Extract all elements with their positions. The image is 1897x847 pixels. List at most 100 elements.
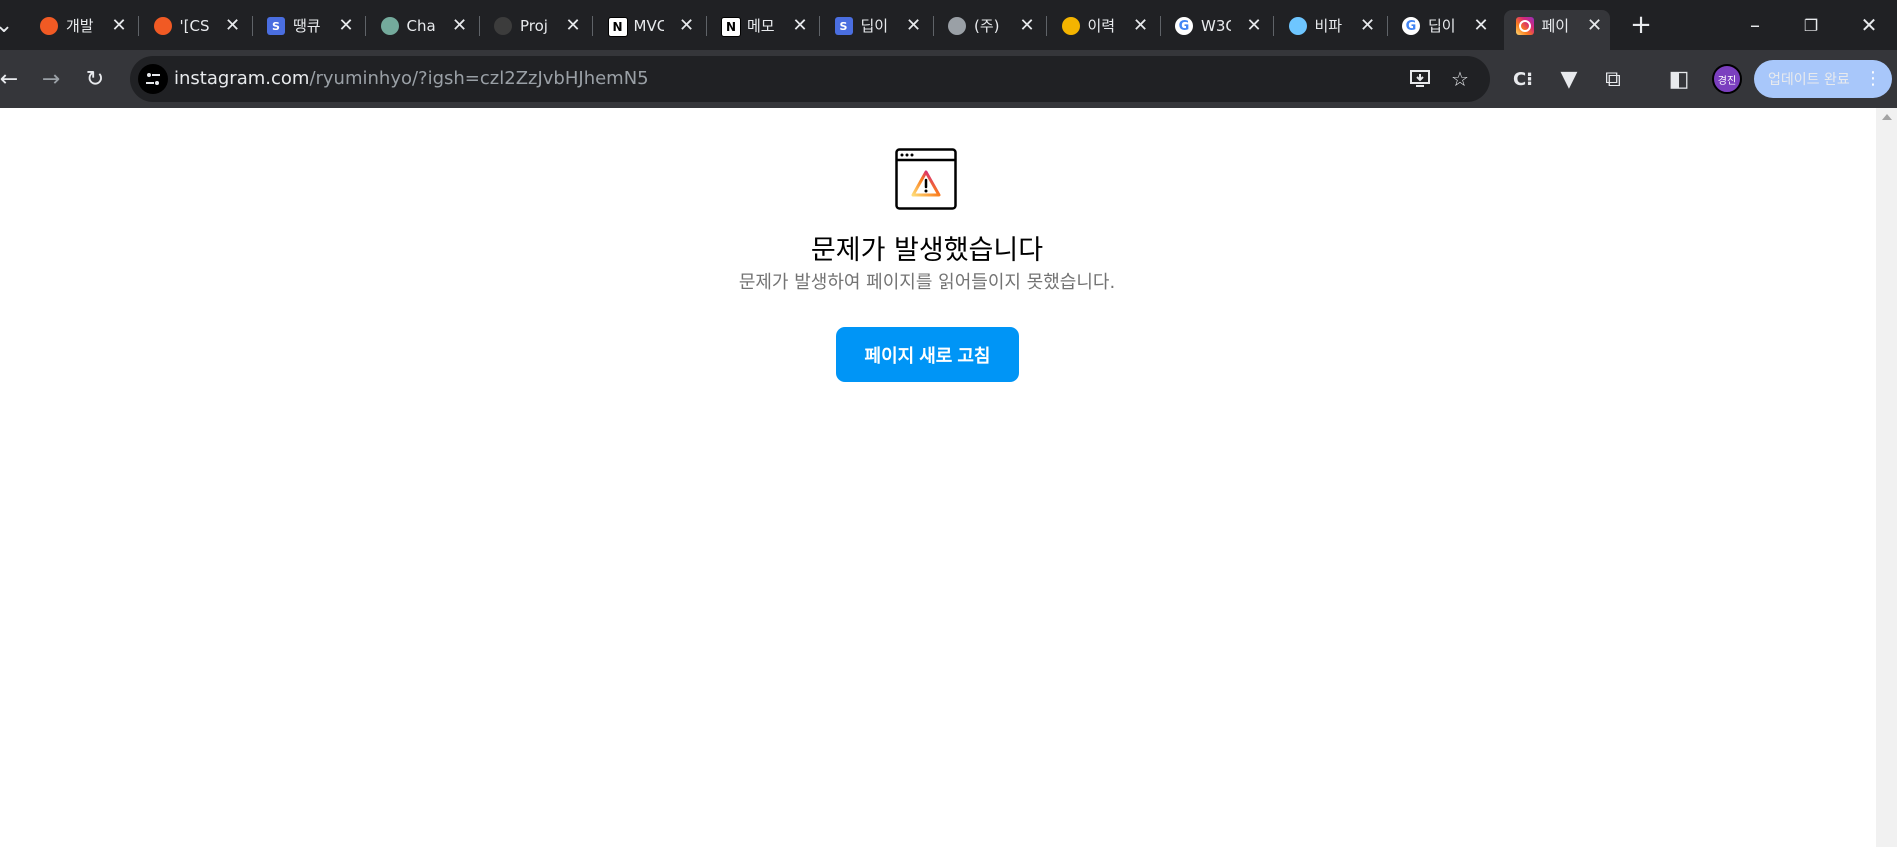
tab[interactable]: Proj ✕ bbox=[482, 10, 594, 42]
house-icon bbox=[1288, 17, 1307, 35]
url-text: instagram.com/ryuminhyo/?igsh=czl2ZzJvbH… bbox=[174, 68, 649, 90]
forward-button[interactable]: → bbox=[36, 64, 66, 94]
tab-label: Cha bbox=[406, 17, 436, 35]
url-path: /ryuminhyo/?igsh=czl2ZzJvbHJhemN5 bbox=[309, 68, 649, 89]
tab-separator bbox=[478, 16, 480, 36]
tab-label: 페이 bbox=[1541, 17, 1570, 35]
tab-separator bbox=[1159, 16, 1161, 36]
tab[interactable]: G W3C ✕ bbox=[1163, 10, 1275, 42]
extensions-puzzle-icon[interactable]: ⧉ bbox=[1598, 64, 1628, 94]
side-panel-icon[interactable]: ◧ bbox=[1664, 64, 1694, 94]
tab-label: 땡큐 bbox=[293, 17, 321, 35]
back-button[interactable]: ← bbox=[0, 64, 24, 94]
tab-separator bbox=[705, 16, 707, 36]
broken-page-icon bbox=[895, 148, 957, 210]
error-title: 문제가 발생했습니다 bbox=[810, 235, 1044, 266]
tab-label: 이력 bbox=[1087, 17, 1116, 35]
update-button-label: 업데이트 완료 bbox=[1768, 72, 1850, 88]
tab-close-icon[interactable]: ✕ bbox=[560, 12, 586, 38]
tab[interactable]: N MVC ✕ bbox=[596, 10, 708, 42]
error-description: 문제가 발생하여 페이지를 읽어들이지 못했습니다. bbox=[738, 272, 1116, 293]
extension-c-icon[interactable]: C⁝ bbox=[1508, 64, 1538, 94]
bookmark-star-icon[interactable]: ☆ bbox=[1446, 65, 1474, 93]
google-icon: G bbox=[1175, 17, 1193, 35]
tab-close-icon[interactable]: ✕ bbox=[1468, 12, 1494, 38]
tab-close-icon[interactable]: ✕ bbox=[787, 12, 813, 38]
browser-toolbar: ← → ↻ instagram.com/ryuminhyo/?igsh=czl2… bbox=[0, 50, 1897, 108]
extension-v-icon[interactable]: ▼ bbox=[1554, 64, 1584, 94]
tab-label: 딥이 bbox=[1428, 17, 1456, 35]
tistory-icon bbox=[40, 17, 58, 35]
tab-label: Proj bbox=[520, 17, 548, 35]
google-icon: G bbox=[1402, 17, 1420, 35]
tab-label: '[CS bbox=[179, 17, 210, 35]
tab-label: 개발 bbox=[66, 17, 94, 35]
tab[interactable]: N 메모 ✕ bbox=[709, 10, 821, 42]
tab-close-icon[interactable]: ✕ bbox=[1128, 12, 1154, 38]
tab-separator bbox=[1386, 16, 1388, 36]
github-icon bbox=[494, 17, 512, 35]
tab-label: MVC bbox=[633, 17, 664, 35]
tab-label: 딥이 bbox=[860, 17, 889, 35]
tistory-icon bbox=[153, 17, 172, 35]
tab-separator bbox=[251, 16, 253, 36]
tab[interactable]: (주) ✕ bbox=[936, 10, 1048, 42]
reload-button[interactable]: ↻ bbox=[80, 64, 110, 94]
tab-separator bbox=[932, 16, 934, 36]
tab[interactable]: S 땡큐 ✕ bbox=[255, 10, 367, 42]
minimize-button[interactable]: – bbox=[1740, 10, 1770, 40]
tab-separator bbox=[1273, 16, 1274, 36]
address-bar[interactable]: instagram.com/ryuminhyo/?igsh=czl2ZzJvbH… bbox=[130, 56, 1490, 102]
globe-icon bbox=[948, 17, 966, 35]
site-info-icon[interactable] bbox=[138, 64, 168, 94]
tab-separator bbox=[365, 16, 366, 36]
tab-close-icon[interactable]: ✕ bbox=[901, 12, 927, 38]
tab[interactable]: 개발 ✕ bbox=[28, 10, 140, 42]
instagram-icon bbox=[1515, 17, 1534, 35]
tab-close-icon[interactable]: ✕ bbox=[447, 12, 473, 38]
close-window-button[interactable]: ✕ bbox=[1854, 10, 1884, 40]
tab[interactable]: 이력 ✕ bbox=[1050, 10, 1162, 42]
tab[interactable]: Cha ✕ bbox=[369, 10, 481, 42]
tab-separator bbox=[819, 16, 820, 36]
tab[interactable]: G 딥이 ✕ bbox=[1390, 10, 1502, 42]
notion-icon: N bbox=[607, 17, 628, 37]
tab-label: 메모 bbox=[747, 17, 775, 35]
install-app-icon[interactable] bbox=[1406, 65, 1434, 93]
s-icon: S bbox=[267, 17, 285, 35]
tab-close-icon[interactable]: ✕ bbox=[333, 12, 359, 38]
scroll-up-arrow-icon[interactable] bbox=[1882, 114, 1892, 120]
tab-close-icon[interactable]: ✕ bbox=[1582, 12, 1608, 38]
tab-close-icon[interactable]: ✕ bbox=[220, 12, 246, 38]
refresh-page-button[interactable]: 페이지 새로 고침 bbox=[836, 327, 1019, 382]
person-icon bbox=[1061, 17, 1080, 35]
tab[interactable]: S 딥이 ✕ bbox=[823, 10, 935, 42]
tab[interactable]: 비파 ✕ bbox=[1277, 10, 1389, 42]
tab-label: W3C bbox=[1201, 17, 1231, 35]
chatgpt-icon bbox=[380, 17, 399, 35]
tab-close-icon[interactable]: ✕ bbox=[106, 12, 132, 38]
tab-label: (주) bbox=[974, 17, 1000, 35]
restore-button[interactable]: ❐ bbox=[1796, 10, 1826, 40]
tab-label: 비파 bbox=[1314, 17, 1343, 35]
tab-strip: ⌄ 개발 ✕ '[CS ✕ S 땡큐 ✕ Cha ✕ Proj ✕ N MVC ✕ N 메모 ✕ S 딥이 ✕ (주) ✕… bbox=[0, 0, 1897, 50]
page-content: 문제가 발생했습니다 문제가 발생하여 페이지를 읽어들이지 못했습니다. 페이… bbox=[0, 108, 1876, 847]
tab[interactable]: 페이 ✕ bbox=[1503, 10, 1610, 50]
tab-close-icon[interactable]: ✕ bbox=[1014, 12, 1040, 38]
tab-close-icon[interactable]: ✕ bbox=[1355, 12, 1381, 38]
tab-close-icon[interactable]: ✕ bbox=[674, 12, 700, 38]
tab-search-chevron-icon[interactable]: ⌄ bbox=[0, 10, 16, 40]
more-menu-icon[interactable]: ⋮ bbox=[1864, 68, 1882, 89]
tab-close-icon[interactable]: ✕ bbox=[1241, 12, 1267, 38]
tab-separator bbox=[138, 16, 139, 36]
tab[interactable]: '[CS ✕ bbox=[142, 10, 254, 42]
new-tab-button[interactable]: + bbox=[1626, 10, 1656, 40]
s-icon: S bbox=[834, 17, 853, 35]
profile-avatar[interactable]: 경진 bbox=[1712, 64, 1742, 94]
tab-separator bbox=[592, 16, 593, 36]
tab-separator bbox=[1046, 16, 1047, 36]
vertical-scrollbar[interactable] bbox=[1876, 108, 1897, 847]
url-host: instagram.com bbox=[174, 68, 310, 89]
update-button[interactable]: 업데이트 완료 ⋮ bbox=[1754, 60, 1892, 98]
notion-icon: N bbox=[721, 17, 741, 37]
